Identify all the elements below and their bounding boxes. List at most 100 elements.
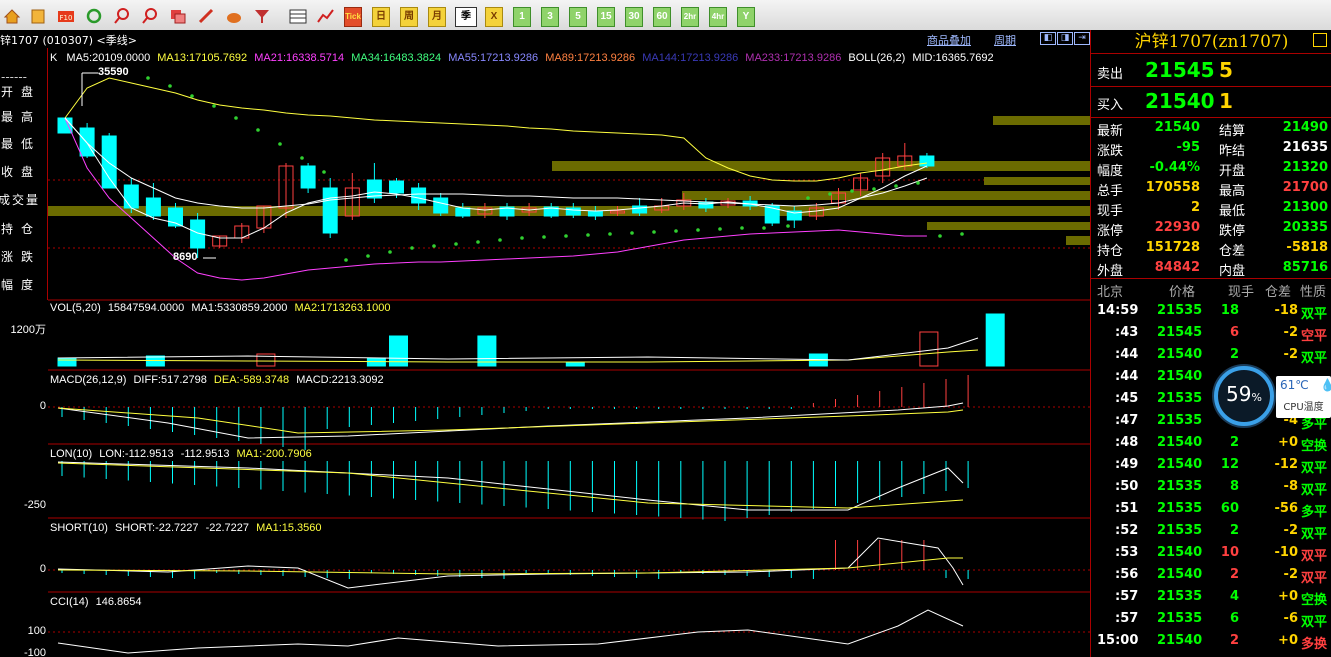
zoom-out-icon[interactable] [140, 7, 160, 27]
tick-v: 6 [1229, 611, 1239, 626]
tick-row[interactable]: 14:59 21535 18 -18 双平 [1091, 300, 1331, 322]
candle-body [123, 184, 139, 209]
svg-text:F10: F10 [60, 14, 73, 22]
volume-bars [57, 313, 1005, 367]
volume-bar [57, 357, 77, 367]
period-year-button[interactable]: Y [737, 7, 755, 27]
stat-row: 现手 2 最低 21300 [1091, 198, 1331, 219]
bid-row[interactable]: 买入 21540 1 [1091, 87, 1331, 117]
sar-dot [630, 231, 634, 235]
tick-row[interactable]: :57 21535 4 +0 空换 [1091, 586, 1331, 608]
k-panel-title: K MA5:20109.0000 MA13:17105.7692 MA21:16… [50, 52, 994, 64]
period-60min-button[interactable]: 60 [653, 7, 671, 27]
sar-dot [872, 187, 876, 191]
tick-row[interactable]: :52 21535 2 -2 双平 [1091, 520, 1331, 542]
period-month-button[interactable]: 月 [428, 7, 446, 27]
pen-icon[interactable] [196, 7, 216, 27]
sar-dot [432, 244, 436, 248]
sar-dot [586, 233, 590, 237]
tick-row[interactable]: 15:00 21540 2 +0 多换 [1091, 630, 1331, 652]
candle-body [79, 127, 95, 157]
tick-t: 15:00 [1097, 633, 1139, 648]
lon-indicator [57, 461, 969, 521]
sar-dot [960, 232, 964, 236]
period-day-button[interactable]: 日 [372, 7, 390, 27]
candle-body [101, 135, 117, 189]
tick-v: 10 [1220, 545, 1239, 560]
tick-d: -56 [1274, 501, 1299, 516]
stat-v2: -5818 [1286, 240, 1328, 255]
stat-v1: 22930 [1154, 220, 1200, 235]
period-link[interactable]: 周期 [994, 32, 1016, 48]
chart-line-icon[interactable] [316, 7, 336, 27]
stat-v1: 151728 [1145, 240, 1200, 255]
f10-icon[interactable]: F10 [56, 7, 76, 27]
period-3min-button[interactable]: 3 [541, 7, 559, 27]
period-1min-button[interactable]: 1 [513, 7, 531, 27]
tick-row[interactable]: :50 21535 8 -8 双平 [1091, 476, 1331, 498]
tick-row[interactable]: :57 21535 6 -6 双平 [1091, 608, 1331, 630]
period-5min-button[interactable]: 5 [569, 7, 587, 27]
tick-row[interactable]: :44 21540 2 -2 双平 [1091, 344, 1331, 366]
home-icon[interactable] [2, 7, 22, 27]
period-30min-button[interactable]: 30 [625, 7, 643, 27]
tick-t: :56 [1115, 567, 1139, 582]
scroll-left-button[interactable]: ◧ [1040, 32, 1056, 45]
tick-row[interactable]: :43 21545 6 -2 空平 [1091, 322, 1331, 344]
tick-v: 2 [1229, 633, 1239, 648]
chart-canvas [48, 72, 1090, 654]
short-indicator [57, 537, 969, 589]
tick-n: 多换 [1301, 637, 1328, 652]
refresh-icon[interactable] [84, 7, 104, 27]
gourd-icon[interactable] [224, 7, 244, 27]
window-icon[interactable] [168, 7, 188, 27]
sar-dot [806, 196, 810, 200]
candle-body [433, 197, 449, 214]
tick-button[interactable]: Tick [344, 7, 362, 27]
filter-icon[interactable] [252, 7, 272, 27]
cpu-widget[interactable]: 59% 61℃ 💧 CPU温度 [1214, 366, 1331, 426]
tick-row[interactable]: :53 21540 10 -10 双平 [1091, 542, 1331, 564]
tick-row[interactable]: :56 21540 2 -2 双平 [1091, 564, 1331, 586]
sar-dot [278, 142, 282, 146]
tick-t: :49 [1115, 457, 1139, 472]
moving-average-lines [64, 77, 928, 281]
scroll-right-button[interactable]: ◨ [1057, 32, 1073, 45]
candle-body [565, 207, 581, 216]
overlay-link[interactable]: 商品叠加 [927, 32, 971, 48]
low-annotation: 8690 [173, 251, 198, 263]
drop-icon: 💧 [1320, 378, 1331, 392]
stat-row: 持仓 151728 仓差 -5818 [1091, 238, 1331, 259]
tick-p: 21540 [1157, 457, 1203, 472]
chart-area[interactable]: 35590 8690 K MA5:20109.0000 MA13:17105.7… [48, 48, 1090, 657]
tick-row[interactable]: :51 21535 60 -56 多平 [1091, 498, 1331, 520]
tick-n: 双平 [1301, 483, 1328, 498]
toolbar: F10 Tick 日 周 月 季 X 1 3 5 15 30 60 2hr 4h… [0, 0, 1331, 34]
period-x-button[interactable]: X [485, 7, 503, 27]
zoom-in-icon[interactable] [112, 7, 132, 27]
panel-toggle-icon[interactable] [1313, 33, 1327, 47]
folder-icon[interactable] [28, 7, 48, 27]
tick-v: 2 [1229, 523, 1239, 538]
period-4hr-button[interactable]: 4hr [709, 7, 727, 27]
stat-k1: 总手 [1097, 184, 1124, 199]
tick-d: -12 [1274, 457, 1299, 472]
period-2hr-button[interactable]: 2hr [681, 7, 699, 27]
stat-v2: 21635 [1282, 140, 1328, 155]
tick-p: 21535 [1157, 523, 1203, 538]
table-icon[interactable] [288, 7, 308, 27]
stat-row: 涨停 22930 跌停 20335 [1091, 218, 1331, 239]
lon-axis-label: -250 [23, 499, 46, 511]
tick-n: 双平 [1301, 549, 1328, 564]
period-15min-button[interactable]: 15 [597, 7, 615, 27]
expand-button[interactable]: ⇥ [1074, 32, 1090, 45]
tick-n: 空换 [1301, 593, 1328, 608]
tick-t: 14:59 [1097, 303, 1139, 318]
tick-row[interactable]: :48 21540 2 +0 空换 [1091, 432, 1331, 454]
cci-axis-label-top: 100 [27, 625, 46, 637]
tick-row[interactable]: :49 21540 12 -12 双平 [1091, 454, 1331, 476]
tick-d: -2 [1283, 325, 1298, 340]
period-quarter-button[interactable]: 季 [455, 7, 477, 27]
period-week-button[interactable]: 周 [400, 7, 418, 27]
ask-row[interactable]: 卖出 21545 5 [1091, 56, 1331, 86]
